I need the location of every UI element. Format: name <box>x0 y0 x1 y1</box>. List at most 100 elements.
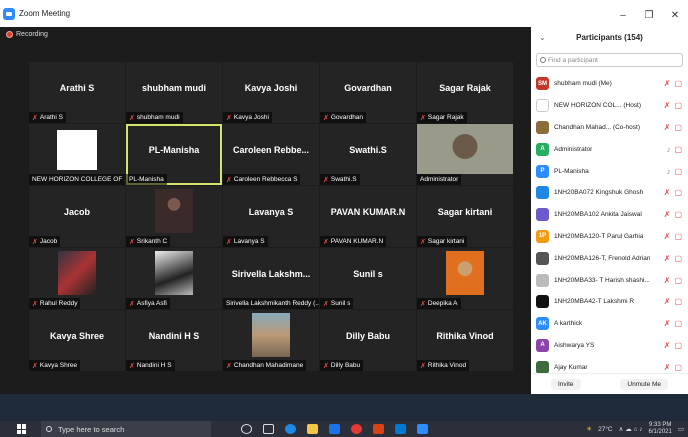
muted-mic-icon: ✗ <box>420 114 426 122</box>
tile-name-label: ✗ Arathi S <box>29 112 66 123</box>
tile-name-label: ✗ Srikanth C <box>126 236 171 247</box>
video-tile[interactable]: ✗ Rahul Reddy <box>29 248 125 309</box>
video-tile[interactable]: Jacob ✗ Jacob <box>29 186 125 247</box>
chrome-icon[interactable] <box>351 424 362 434</box>
weather-icon[interactable]: ☀ <box>586 425 592 433</box>
tile-display-name: shubham mudi <box>141 83 206 93</box>
cortana-icon[interactable] <box>241 424 252 434</box>
participant-row[interactable]: NEW HORIZON COL... (Host) ✗ ▢ <box>531 95 688 117</box>
participant-row[interactable]: A Administrator ♪ ▢ <box>531 138 688 160</box>
participant-row[interactable]: 1P 1NH20MBA120-T Parul Garhia ✗ ▢ <box>531 226 688 248</box>
participant-name: A karthick <box>554 320 583 328</box>
video-tile[interactable]: Sagar Rajak ✗ Sagar Rajak <box>417 62 513 123</box>
edge-icon[interactable] <box>285 424 296 434</box>
participant-row[interactable]: 1NH20BA072 Kingshuk Ghosh ✗ ▢ <box>531 182 688 204</box>
video-tile[interactable]: Rithika Vinod ✗ Rithika Vinod <box>417 310 513 371</box>
video-tile[interactable]: Lavanya S ✗ Lavanya S <box>223 186 319 247</box>
mic-status-icon: ♪ <box>666 144 671 154</box>
video-tile[interactable]: Kavya Shree ✗ Kavya Shree <box>29 310 125 371</box>
file-explorer-icon[interactable] <box>307 424 318 434</box>
video-tile[interactable]: Swathi.S ✗ Swathi.S <box>320 124 416 185</box>
restore-button[interactable]: ❐ <box>636 0 662 27</box>
participant-row[interactable]: 1NH20MBA126-T, Frenold Adrian ✗ ▢ <box>531 247 688 269</box>
video-stage: Recording Arathi S ✗ Arathi Sshubham mudi ✗… <box>0 27 531 394</box>
participant-avatar: P <box>536 164 549 178</box>
collapse-chevron-icon[interactable]: ⌄ <box>539 33 546 42</box>
mail-icon[interactable] <box>329 424 340 434</box>
zoom-taskbar-icon[interactable] <box>417 424 428 434</box>
clock[interactable]: 9:33 PM 6/1/2021 <box>648 422 671 436</box>
video-tile[interactable]: Caroleen Rebbe... ✗ Caroleen Rebbecca S <box>223 124 319 185</box>
participant-row[interactable]: A Aishwarya YS ✗ ▢ <box>531 335 688 357</box>
participant-row[interactable]: AK A karthick ✗ ▢ <box>531 313 688 335</box>
video-status-icon: ▢ <box>674 101 682 111</box>
recording-indicator[interactable]: Recording <box>6 31 48 38</box>
tile-name-label: ✗ Sagar Rajak <box>417 112 467 123</box>
participant-row[interactable]: SM shubham mudi (Me) ✗ ▢ <box>531 73 688 95</box>
tile-name-label: ✗ Dilly Babu <box>320 360 364 371</box>
participant-row[interactable]: P PL-Manisha ♪ ▢ <box>531 160 688 182</box>
participant-status-icons: ✗ ▢ <box>664 319 682 328</box>
video-tile[interactable]: ✗ Srikanth C <box>126 186 222 247</box>
tile-label-text: NEW HORIZON COLLEGE OF ... <box>32 176 125 183</box>
tile-display-name: Rithika Vinod <box>436 331 494 341</box>
mic-status-icon: ✗ <box>663 101 671 111</box>
taskbar-search-input[interactable]: Type here to search <box>41 421 211 437</box>
video-tile[interactable]: Kavya Joshi ✗ Kavya Joshi <box>223 62 319 123</box>
participant-status-icons: ✗ ▢ <box>664 254 682 263</box>
store-icon[interactable] <box>395 424 406 434</box>
video-tile[interactable]: shubham mudi ✗ shubham mudi <box>126 62 222 123</box>
video-tile[interactable]: Sirivella Lakshm... Sirivella Lakshmikant… <box>223 248 319 309</box>
close-button[interactable]: ✕ <box>662 0 688 27</box>
tile-display-name: PL-Manisha <box>148 145 200 155</box>
search-icon <box>46 426 52 432</box>
video-tile[interactable]: PL-Manisha PL-Manisha <box>126 124 222 185</box>
muted-mic-icon: ✗ <box>226 362 232 370</box>
office-icon[interactable] <box>373 424 384 434</box>
minimize-button[interactable]: – <box>610 0 636 27</box>
video-tile[interactable]: Sagar kirtani ✗ Sagar kirtani <box>417 186 513 247</box>
video-status-icon: ▢ <box>674 297 682 307</box>
video-status-icon: ▢ <box>674 319 682 329</box>
video-tile[interactable]: Administrator <box>417 124 513 185</box>
tray-icons[interactable]: ∧ ☁ ⌂ ♪ <box>619 425 643 433</box>
muted-mic-icon: ✗ <box>323 114 329 122</box>
participant-row[interactable]: 1NH20MBA33- T Harish shashi... ✗ ▢ <box>531 269 688 291</box>
weather-temp[interactable]: 27°C <box>598 426 613 433</box>
muted-mic-icon: ✗ <box>323 300 329 308</box>
video-tile[interactable]: Dilly Babu ✗ Dilly Babu <box>320 310 416 371</box>
notification-icon[interactable]: ▭ <box>678 425 684 433</box>
video-tile[interactable]: PAVAN KUMAR.N ✗ PAVAN KUMAR.N <box>320 186 416 247</box>
tile-label-text: Govardhan <box>330 114 364 121</box>
muted-mic-icon: ✗ <box>323 176 329 184</box>
video-tile[interactable]: Nandini H S ✗ Nandini H S <box>126 310 222 371</box>
gallery-grid: Arathi S ✗ Arathi Sshubham mudi ✗ shubham mu… <box>29 62 513 375</box>
windows-start-icon[interactable] <box>17 424 27 434</box>
task-view-icon[interactable] <box>263 424 274 434</box>
mic-status-icon: ✗ <box>663 122 671 132</box>
tile-display-name: Sunil s <box>353 269 383 279</box>
video-tile[interactable]: NEW HORIZON COLLEGE OF ... <box>29 124 125 185</box>
zoom-logo-icon <box>3 7 15 20</box>
video-tile[interactable]: ✗ Chandhan Mahadimane <box>223 310 319 371</box>
video-tile[interactable]: Govardhan ✗ Govardhan <box>320 62 416 123</box>
participant-avatar <box>536 99 549 113</box>
participant-row[interactable]: 1NH20MBA102 Ankita Jaiswal ✗ ▢ <box>531 204 688 226</box>
participant-search-input[interactable]: Find a participant <box>536 53 683 67</box>
invite-button[interactable]: Invite <box>550 378 581 390</box>
tile-label-text: Sagar kirtani <box>427 238 465 245</box>
mic-status-icon: ✗ <box>663 275 671 285</box>
video-tile[interactable]: ✗ Deepika A <box>417 248 513 309</box>
participant-status-icons: ✗ ▢ <box>664 276 682 285</box>
participant-avatar <box>536 295 549 309</box>
participant-row[interactable]: 1NH20MBA42-T Lakshmi R ✗ ▢ <box>531 291 688 313</box>
video-tile[interactable]: ✗ Asfiya Asfi <box>126 248 222 309</box>
video-tile[interactable]: Sunil s ✗ Sunil s <box>320 248 416 309</box>
tile-label-text: Dilly Babu <box>330 362 361 369</box>
participant-row[interactable]: Chandhan Mahad... (Co-host) ✗ ▢ <box>531 117 688 139</box>
unmute-me-button[interactable]: Unmute Me <box>620 378 669 390</box>
tile-label-text: Srikanth C <box>136 238 168 245</box>
video-tile[interactable]: Arathi S ✗ Arathi S <box>29 62 125 123</box>
video-status-icon: ▢ <box>674 275 682 285</box>
muted-mic-icon: ✗ <box>420 300 426 308</box>
